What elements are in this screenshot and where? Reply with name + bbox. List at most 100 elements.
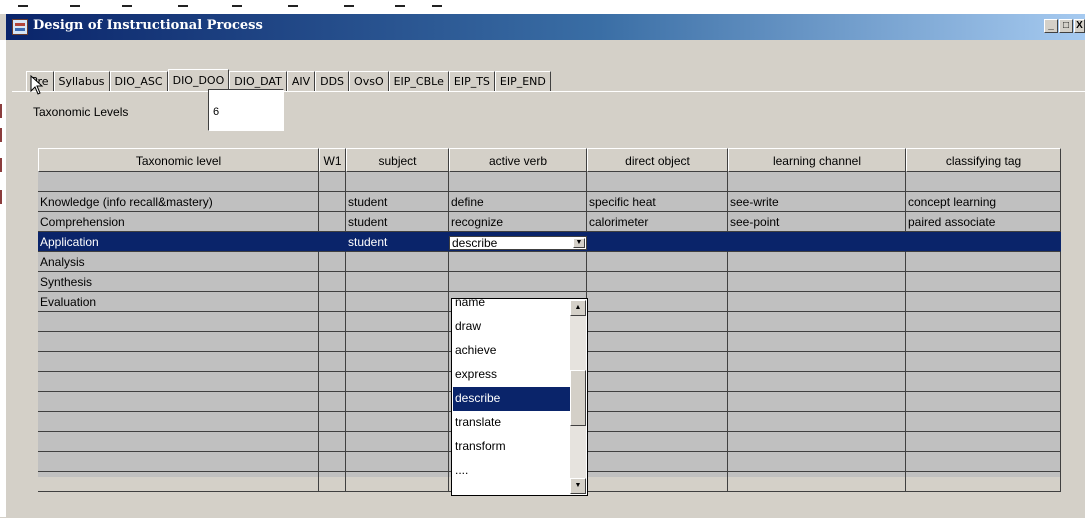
table-cell-taxonomic-level[interactable] — [38, 432, 319, 452]
table-cell-taxonomic-level[interactable] — [38, 312, 319, 332]
table-cell-classifying-tag[interactable] — [906, 412, 1061, 432]
dropdown-option[interactable]: achieve — [453, 339, 570, 363]
table-cell-direct-object[interactable] — [587, 372, 728, 392]
column-header-classifying-tag[interactable]: classifying tag — [906, 148, 1061, 172]
dropdown-option[interactable]: express — [453, 363, 570, 387]
table-cell-w1[interactable] — [319, 432, 346, 452]
table-cell-direct-object[interactable] — [587, 412, 728, 432]
table-cell-learning-channel[interactable] — [728, 352, 906, 372]
table-cell-taxonomic-level[interactable]: Application — [38, 232, 319, 252]
table-cell-taxonomic-level[interactable] — [38, 352, 319, 372]
table-cell-taxonomic-level[interactable] — [38, 392, 319, 412]
table-cell-subject[interactable]: student — [346, 232, 449, 252]
table-cell-w1[interactable] — [319, 372, 346, 392]
column-header-taxonomic-level[interactable]: Taxonomic level — [38, 148, 319, 172]
table-cell-subject[interactable] — [346, 472, 449, 492]
table-cell-classifying-tag[interactable] — [906, 332, 1061, 352]
table-cell-direct-object[interactable] — [587, 392, 728, 412]
table-cell-taxonomic-level[interactable] — [38, 332, 319, 352]
table-cell-w1[interactable] — [319, 252, 346, 272]
table-cell-w1[interactable] — [319, 412, 346, 432]
table-cell-direct-object[interactable] — [587, 272, 728, 292]
table-cell-subject[interactable] — [346, 352, 449, 372]
dropdown-option[interactable]: transform — [453, 435, 570, 459]
table-cell-classifying-tag[interactable] — [906, 372, 1061, 392]
table-cell-active-verb[interactable] — [449, 172, 587, 192]
active-verb-combo[interactable]: describe ▼ — [449, 236, 587, 250]
table-cell-w1[interactable] — [319, 352, 346, 372]
table-cell-subject[interactable] — [346, 272, 449, 292]
table-cell-learning-channel[interactable] — [728, 252, 906, 272]
active-verb-dropdown-list[interactable]: name draw achieve express describe translate t… — [451, 298, 588, 496]
table-cell-w1[interactable] — [319, 312, 346, 332]
scroll-thumb[interactable] — [570, 370, 586, 426]
table-cell-learning-channel[interactable] — [728, 272, 906, 292]
table-cell-subject[interactable] — [346, 452, 449, 472]
table-cell-direct-object[interactable] — [587, 172, 728, 192]
table-cell-learning-channel[interactable] — [728, 472, 906, 492]
table-cell-subject[interactable] — [346, 412, 449, 432]
taxonomic-levels-input[interactable]: 6 — [208, 89, 284, 131]
table-cell-subject[interactable] — [346, 252, 449, 272]
table-cell-classifying-tag[interactable] — [906, 272, 1061, 292]
table-cell-classifying-tag[interactable] — [906, 172, 1061, 192]
table-cell-classifying-tag[interactable] — [906, 312, 1061, 332]
column-header-direct-object[interactable]: direct object — [587, 148, 728, 172]
table-cell-w1[interactable] — [319, 272, 346, 292]
table-cell-subject[interactable]: student — [346, 192, 449, 212]
table-cell-learning-channel[interactable] — [728, 412, 906, 432]
table-cell-direct-object[interactable] — [587, 312, 728, 332]
table-cell-w1[interactable] — [319, 392, 346, 412]
table-cell-classifying-tag[interactable] — [906, 232, 1061, 252]
table-cell-direct-object[interactable] — [587, 252, 728, 272]
table-cell-learning-channel[interactable] — [728, 232, 906, 252]
table-cell-subject[interactable] — [346, 172, 449, 192]
minimize-button[interactable]: _ — [1044, 19, 1058, 33]
table-cell-classifying-tag[interactable] — [906, 292, 1061, 312]
tab-aiv[interactable]: AIV — [286, 71, 316, 91]
table-cell-active-verb[interactable]: recognize — [449, 212, 587, 232]
column-header-learning-channel[interactable]: learning channel — [728, 148, 906, 172]
column-header-w1[interactable]: W1 — [319, 148, 346, 172]
table-cell-w1[interactable] — [319, 212, 346, 232]
table-cell-learning-channel[interactable] — [728, 312, 906, 332]
table-cell-direct-object[interactable] — [587, 472, 728, 492]
table-cell-direct-object[interactable] — [587, 352, 728, 372]
table-cell-classifying-tag[interactable]: paired associate — [906, 212, 1061, 232]
table-cell-subject[interactable] — [346, 332, 449, 352]
table-cell-subject[interactable] — [346, 312, 449, 332]
table-cell-learning-channel[interactable]: see-point — [728, 212, 906, 232]
dropdown-option[interactable]: name — [453, 299, 570, 315]
table-cell-classifying-tag[interactable] — [906, 432, 1061, 452]
dropdown-option[interactable]: translate — [453, 411, 570, 435]
table-cell-w1[interactable] — [319, 232, 346, 252]
column-header-active-verb[interactable]: active verb — [449, 148, 587, 172]
dropdown-option[interactable]: draw — [453, 315, 570, 339]
table-cell-taxonomic-level[interactable]: Evaluation — [38, 292, 319, 312]
table-cell-subject[interactable] — [346, 392, 449, 412]
table-cell-subject[interactable] — [346, 292, 449, 312]
table-cell-direct-object[interactable] — [587, 332, 728, 352]
close-button[interactable]: X — [1074, 19, 1085, 33]
table-cell-learning-channel[interactable]: see-write — [728, 192, 906, 212]
column-header-subject[interactable]: subject — [346, 148, 449, 172]
tab-dio-asc[interactable]: DIO_ASC — [109, 71, 168, 91]
scroll-down-icon[interactable]: ▼ — [570, 478, 586, 494]
tab-dds[interactable]: DDS — [315, 71, 350, 91]
table-cell-learning-channel[interactable] — [728, 452, 906, 472]
table-cell-active-verb[interactable] — [449, 252, 587, 272]
table-cell-taxonomic-level[interactable] — [38, 172, 319, 192]
dropdown-option[interactable]: .... — [453, 459, 570, 483]
table-cell-learning-channel[interactable] — [728, 392, 906, 412]
scroll-up-icon[interactable]: ▲ — [570, 300, 586, 316]
tab-eip-cble[interactable]: EIP_CBLe — [388, 71, 449, 91]
table-cell-learning-channel[interactable] — [728, 332, 906, 352]
table-cell-taxonomic-level[interactable] — [38, 452, 319, 472]
table-cell-w1[interactable] — [319, 192, 346, 212]
tab-syllabus[interactable]: Syllabus — [53, 71, 110, 91]
table-cell-active-verb[interactable] — [449, 272, 587, 292]
table-cell-classifying-tag[interactable] — [906, 352, 1061, 372]
tab-eip-ts[interactable]: EIP_TS — [448, 71, 495, 91]
table-cell-w1[interactable] — [319, 332, 346, 352]
table-cell-subject[interactable]: student — [346, 212, 449, 232]
